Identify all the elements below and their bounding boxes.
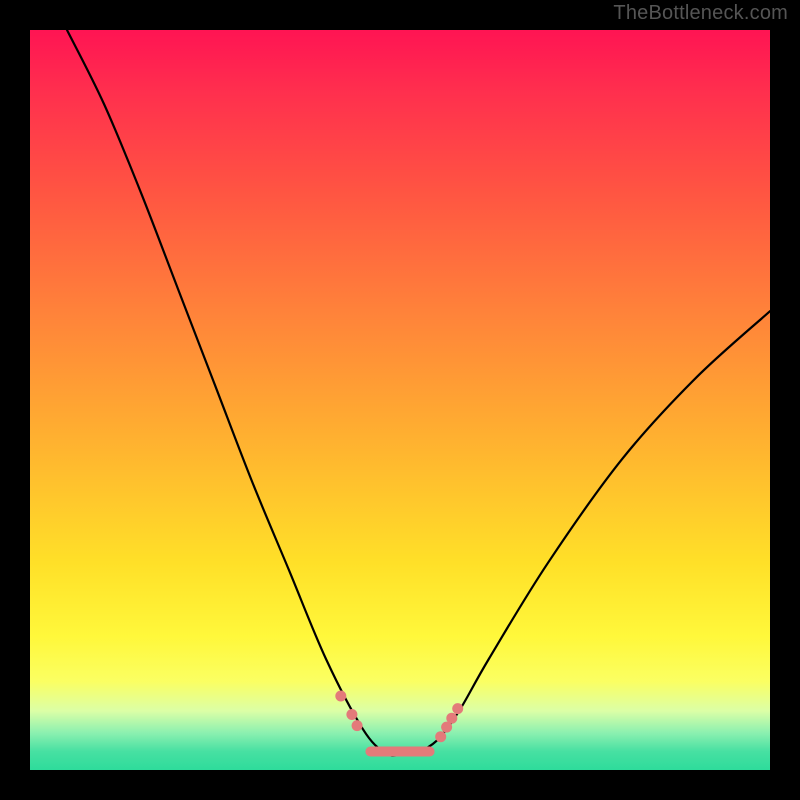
- highlight-point: [446, 713, 457, 724]
- highlight-points-group: [335, 691, 463, 752]
- highlight-point: [452, 703, 463, 714]
- plot-area: [30, 30, 770, 770]
- chart-overlay-svg: [30, 30, 770, 770]
- highlight-point: [335, 691, 346, 702]
- highlight-point: [435, 731, 446, 742]
- bottleneck-curve: [67, 30, 770, 756]
- attribution-label: TheBottleneck.com: [613, 2, 788, 25]
- highlight-point: [352, 720, 363, 731]
- highlight-point: [346, 709, 357, 720]
- chart-root: TheBottleneck.com: [0, 0, 800, 800]
